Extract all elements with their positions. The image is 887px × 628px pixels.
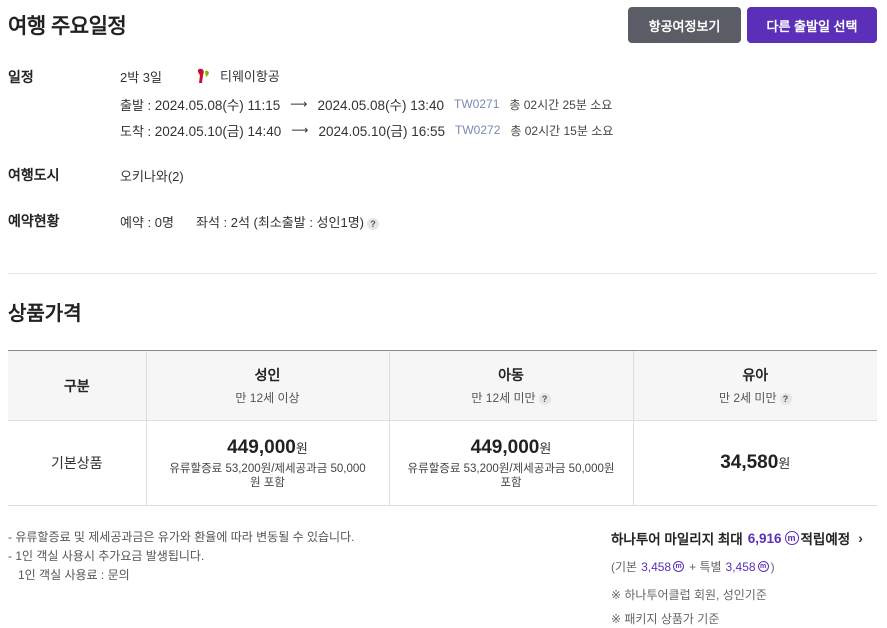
departure-line: 출발 : 2024.05.08(수) 11:15 ⟶ 2024.05.08(수)…	[120, 94, 612, 114]
note-fuel-tax: - 유류할증료 및 제세공과금은 유가와 환율에 따라 변동될 수 있습니다.	[8, 530, 355, 544]
table-row: 기본상품 449,000원 유류할증료 53,200원/제세공과금 50,000…	[8, 420, 877, 506]
adult-price-unit: 원	[295, 440, 308, 456]
arrival-flight-code[interactable]: TW0272	[455, 123, 500, 137]
header-infant-label: 유아	[742, 367, 769, 383]
arrow-right-icon: ⟶	[291, 123, 309, 137]
arrival-from: 2024.05.10(금) 14:40	[154, 124, 282, 139]
adult-price-note: 유류할증료 53,200원/제세공과금 50,000원 포함	[169, 462, 366, 489]
mileage-title[interactable]: 하나투어 마일리지 최대 6,916 m 적립예정 ›	[611, 528, 863, 548]
schedule-label: 일정	[8, 69, 34, 85]
header-child-label: 아동	[498, 367, 524, 383]
airline-logo-icon	[196, 67, 212, 85]
departure-prefix: 출발 :	[120, 97, 152, 113]
seat-status: 좌석 : 2석 (최소출발 : 성인1명)?	[196, 212, 380, 231]
price-section-title: 상품가격	[8, 303, 82, 325]
help-icon[interactable]: ?	[367, 217, 380, 230]
mileage-special-value: 3,458	[725, 559, 756, 574]
mileage-detail: (기본 3,458 m + 특별 3,458 m )	[611, 558, 775, 575]
child-price-unit: 원	[539, 440, 552, 456]
note-single-room-fee: 1인 객실 사용료 : 문의	[18, 568, 130, 582]
header-category: 구분	[8, 350, 146, 421]
mileage-title-prefix: 하나투어 마일리지 최대	[611, 532, 743, 547]
help-icon[interactable]: ?	[538, 392, 551, 405]
city-label: 여행도시	[8, 167, 60, 183]
mileage-icon: m	[673, 561, 685, 572]
arrow-right-icon: ⟶	[290, 97, 308, 111]
section-divider	[8, 273, 877, 274]
page-title: 여행 주요일정	[8, 15, 127, 38]
header-infant-sub: 만 2세 미만?	[634, 389, 878, 406]
trip-duration: 2박 3일	[120, 70, 162, 85]
departure-to: 2024.05.08(수) 13:40	[317, 98, 445, 113]
infant-price: 34,580	[720, 452, 779, 473]
header-child-sub: 만 12세 미만?	[390, 389, 633, 406]
price-table: 구분 성인 만 12세 이상 아동 만 12세 미만? 유아 만 2세 미만? …	[8, 350, 877, 506]
mileage-base-prefix: (기본	[611, 560, 638, 574]
departure-duration: 총 02시간 25분 소요	[509, 97, 613, 112]
departure-from: 2024.05.08(수) 11:15	[154, 98, 281, 113]
mileage-base-value: 3,458	[641, 559, 672, 574]
header-adult-sub: 만 12세 이상	[235, 391, 300, 405]
header-child: 아동 만 12세 미만?	[388, 350, 633, 421]
header-category-label: 구분	[63, 377, 90, 394]
mileage-icon: m	[784, 531, 799, 545]
arrival-duration: 총 02시간 15분 소요	[510, 123, 614, 138]
chevron-right-icon[interactable]: ›	[858, 530, 863, 546]
airline-name: 티웨이항공	[220, 69, 280, 84]
header-adult: 성인 만 12세 이상	[145, 350, 389, 421]
reserved-count: 예약 : 0명	[120, 215, 174, 230]
arrival-line: 도착 : 2024.05.10(금) 14:40 ⟶ 2024.05.10(금)…	[120, 120, 613, 140]
price-notes: - 유류할증료 및 제세공과금은 유가와 환율에 따라 변동될 수 있습니다. …	[8, 528, 354, 585]
arrival-to: 2024.05.10(금) 16:55	[318, 124, 446, 139]
adult-price: 449,000	[227, 436, 296, 458]
header-child-sub-text: 만 12세 미만	[471, 391, 536, 405]
header-infant: 유아 만 2세 미만?	[632, 350, 878, 421]
mileage-icon: m	[757, 561, 769, 572]
infant-price-unit: 원	[778, 456, 791, 471]
child-price: 449,000	[470, 436, 540, 458]
mileage-special-prefix: + 특별	[689, 560, 722, 574]
adult-price-cell: 449,000원 유류할증료 53,200원/제세공과금 50,000원 포함	[145, 420, 389, 506]
mileage-close-paren: )	[770, 559, 775, 574]
child-price-cell: 449,000원 유류할증료 53,200원/제세공과금 50,000원 포함	[388, 420, 633, 506]
mileage-note-member: ※ 하나투어클럽 회원, 성인기준	[611, 588, 767, 602]
price-header-row: 구분 성인 만 12세 이상 아동 만 12세 미만? 유아 만 2세 미만?	[8, 350, 878, 421]
airline: 티웨이항공	[196, 66, 280, 85]
infant-price-cell: 34,580원	[632, 420, 877, 506]
mileage-title-suffix: 적립예정	[800, 532, 851, 547]
row-name: 기본상품	[50, 455, 103, 471]
arrival-prefix: 도착 :	[120, 123, 152, 139]
select-other-date-button[interactable]: 다른 출발일 선택	[747, 7, 877, 43]
booking-label: 예약현황	[8, 213, 60, 229]
seat-status-text: 좌석 : 2석 (최소출발 : 성인1명)	[196, 215, 365, 230]
help-icon[interactable]: ?	[779, 392, 792, 405]
note-single-room: - 1인 객실 사용시 추가요금 발생됩니다.	[8, 549, 205, 563]
mileage-amount: 6,916	[747, 530, 782, 546]
city-value: 오키나와(2)	[120, 169, 184, 184]
header-adult-label: 성인	[254, 367, 281, 383]
header-infant-sub-text: 만 2세 미만	[718, 391, 777, 405]
view-flight-button[interactable]: 항공여정보기	[628, 7, 741, 43]
departure-flight-code[interactable]: TW0271	[454, 97, 499, 111]
row-name-cell: 기본상품	[8, 420, 146, 506]
child-price-note: 유류할증료 53,200원/제세공과금 50,000원 포함	[407, 462, 615, 489]
mileage-note-package: ※ 패키지 상품가 기준	[611, 612, 720, 626]
